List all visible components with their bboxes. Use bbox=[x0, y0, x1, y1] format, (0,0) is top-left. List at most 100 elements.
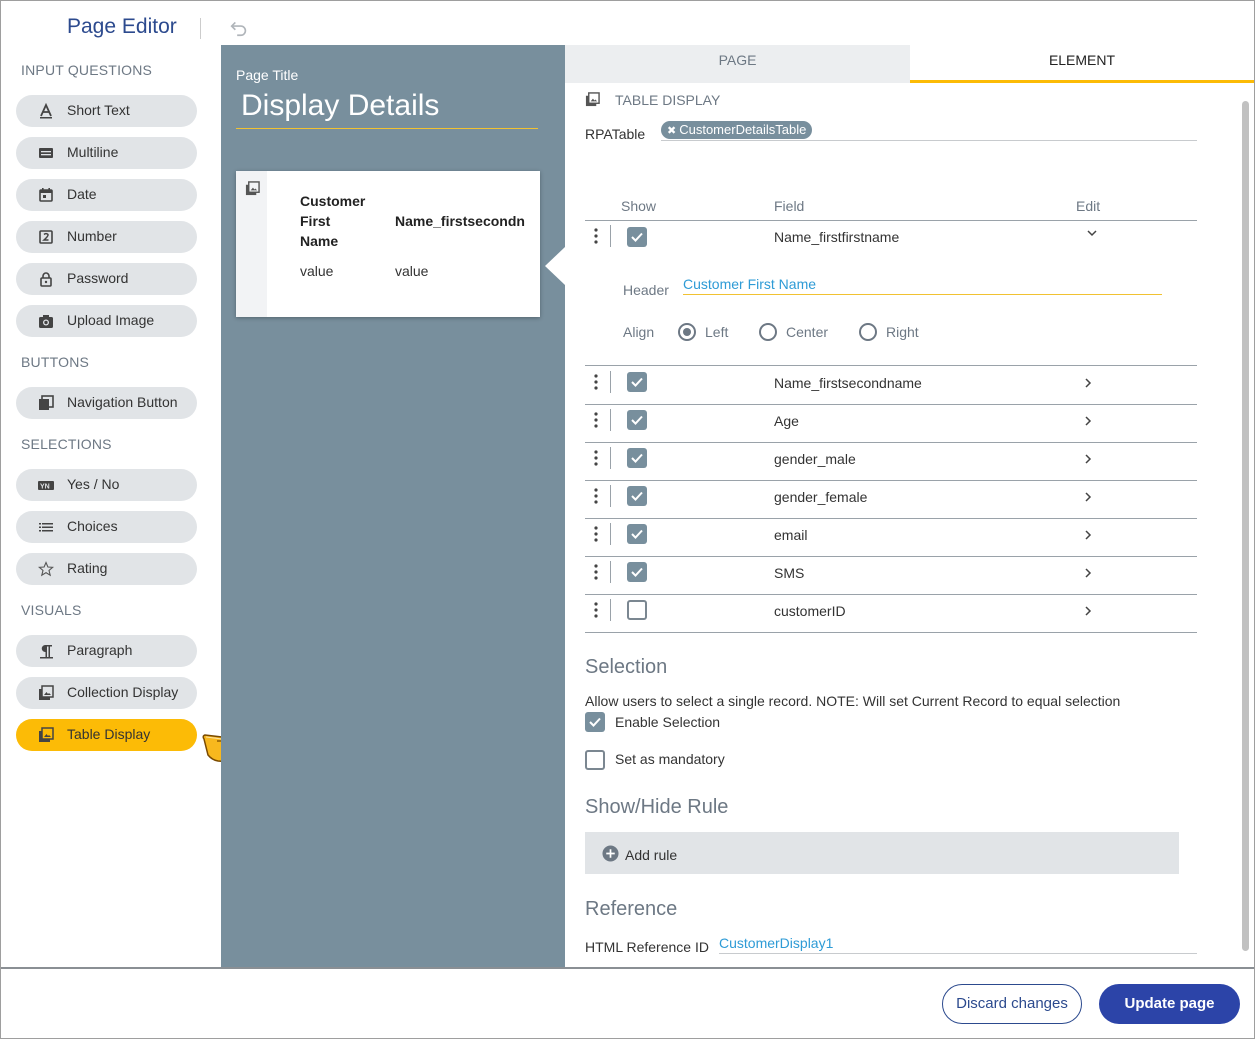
panel-scrollbar[interactable] bbox=[1242, 101, 1249, 951]
field-name: gender_male bbox=[774, 451, 856, 467]
paragraph-icon bbox=[40, 645, 53, 659]
section-input-questions: INPUT QUESTIONS bbox=[21, 62, 153, 78]
show-checkbox[interactable] bbox=[627, 524, 647, 544]
palette-item-multiline[interactable]: Multiline bbox=[16, 137, 197, 169]
palette-item-date[interactable]: Date bbox=[16, 179, 197, 211]
palette-item-paragraph[interactable]: Paragraph bbox=[16, 635, 197, 667]
chevron-right-icon[interactable] bbox=[1083, 453, 1093, 465]
tab-element[interactable]: ELEMENT bbox=[910, 45, 1254, 83]
row-separator bbox=[610, 409, 611, 431]
chevron-right-icon[interactable] bbox=[1083, 415, 1093, 427]
rpa-table-chip[interactable]: ✖ CustomerDetailsTable bbox=[661, 121, 813, 139]
show-checkbox[interactable] bbox=[627, 486, 647, 506]
palette-item-navigation-button[interactable]: Navigation Button bbox=[16, 387, 197, 419]
header-input-underline bbox=[683, 294, 1162, 295]
show-checkbox[interactable] bbox=[627, 372, 647, 392]
chevron-right-icon[interactable] bbox=[1083, 567, 1093, 579]
camera-icon bbox=[39, 315, 53, 328]
section-selections: SELECTIONS bbox=[21, 436, 112, 452]
rpa-table-value: CustomerDetailsTable bbox=[679, 122, 807, 137]
row-separator bbox=[610, 225, 611, 247]
row-divider bbox=[585, 220, 1197, 221]
rpa-table-underline bbox=[661, 140, 1197, 141]
field-name: Name_firstsecondname bbox=[774, 375, 922, 391]
palette-item-upload-image[interactable]: Upload Image bbox=[16, 305, 197, 337]
update-page-button[interactable]: Update page bbox=[1099, 984, 1240, 1024]
align-right-label: Right bbox=[886, 324, 919, 340]
drag-handle-icon[interactable] bbox=[593, 227, 599, 245]
image-icon bbox=[39, 727, 54, 742]
palette-item-yes-no[interactable]: YN Yes / No bbox=[16, 469, 197, 501]
row-separator bbox=[610, 599, 611, 621]
palette-item-choices[interactable]: Choices bbox=[16, 511, 197, 543]
palette-item-label: Choices bbox=[67, 518, 118, 534]
row-divider bbox=[585, 442, 1197, 443]
page-title[interactable]: Display Details bbox=[241, 89, 439, 123]
align-right-radio[interactable] bbox=[859, 323, 877, 341]
chevron-down-icon[interactable] bbox=[1086, 228, 1098, 238]
enable-selection-label: Enable Selection bbox=[615, 714, 721, 730]
align-label: Align bbox=[623, 324, 655, 340]
palette-item-short-text[interactable]: Short Text bbox=[16, 95, 197, 127]
show-checkbox[interactable] bbox=[627, 600, 647, 620]
show-checkbox[interactable] bbox=[627, 448, 647, 468]
palette-item-rating[interactable]: Rating bbox=[16, 553, 197, 585]
selection-pointer bbox=[545, 247, 565, 285]
field-name: email bbox=[774, 527, 808, 543]
number-icon bbox=[39, 230, 53, 244]
footer-bar: Discard changes Update page bbox=[1, 967, 1254, 1038]
remove-chip-icon[interactable]: ✖ bbox=[667, 125, 676, 137]
top-bar: Page Editor bbox=[1, 1, 1254, 45]
align-left-radio[interactable] bbox=[678, 323, 696, 341]
row-separator bbox=[610, 485, 611, 507]
navigation-icon bbox=[39, 395, 54, 410]
star-icon bbox=[38, 561, 54, 577]
palette-item-label: Password bbox=[67, 270, 129, 286]
chevron-right-icon[interactable] bbox=[1083, 491, 1093, 503]
row-divider bbox=[585, 480, 1197, 481]
row-divider bbox=[585, 556, 1197, 557]
reference-id-input[interactable]: CustomerDisplay1 bbox=[719, 935, 833, 951]
table-display-card[interactable]: Customer First Name Name_firstsecondn va… bbox=[236, 171, 540, 317]
show-checkbox[interactable] bbox=[627, 227, 647, 247]
add-rule-button[interactable]: Add rule bbox=[585, 832, 1179, 874]
add-rule-label: Add rule bbox=[625, 847, 678, 863]
palette-item-label: Multiline bbox=[67, 144, 119, 160]
undo-icon[interactable] bbox=[228, 16, 250, 38]
row-divider bbox=[585, 594, 1197, 595]
palette-item-password[interactable]: Password bbox=[16, 263, 197, 295]
drag-handle-icon[interactable] bbox=[593, 411, 599, 429]
show-checkbox[interactable] bbox=[627, 562, 647, 582]
mandatory-checkbox[interactable] bbox=[585, 750, 605, 770]
drag-handle-icon[interactable] bbox=[593, 373, 599, 391]
drag-handle-icon[interactable] bbox=[593, 525, 599, 543]
drag-handle-icon[interactable] bbox=[593, 601, 599, 619]
palette-item-collection-display[interactable]: Collection Display bbox=[16, 677, 197, 709]
table-header-cell: Customer First Name bbox=[300, 193, 366, 249]
row-separator bbox=[610, 371, 611, 393]
discard-changes-button[interactable]: Discard changes bbox=[942, 984, 1082, 1024]
section-visuals: VISUALS bbox=[21, 602, 82, 618]
show-checkbox[interactable] bbox=[627, 410, 647, 430]
element-type-label: TABLE DISPLAY bbox=[615, 92, 721, 108]
chevron-right-icon[interactable] bbox=[1083, 529, 1093, 541]
rpa-table-label: RPATable bbox=[585, 126, 646, 142]
drag-handle-icon[interactable] bbox=[593, 487, 599, 505]
drag-handle-icon[interactable] bbox=[593, 563, 599, 581]
header-input[interactable]: Customer First Name bbox=[683, 276, 816, 292]
align-center-radio[interactable] bbox=[759, 323, 777, 341]
plus-circle-icon bbox=[602, 845, 619, 862]
palette-item-label: Collection Display bbox=[67, 684, 179, 700]
tab-page[interactable]: PAGE bbox=[565, 45, 910, 83]
palette-item-number[interactable]: Number bbox=[16, 221, 197, 253]
palette-item-table-display[interactable]: Table Display bbox=[16, 719, 197, 751]
svg-text:YN: YN bbox=[40, 484, 50, 491]
palette-item-label: Table Display bbox=[67, 726, 151, 742]
enable-selection-checkbox[interactable] bbox=[585, 712, 605, 732]
row-divider bbox=[585, 518, 1197, 519]
row-separator bbox=[610, 561, 611, 583]
chevron-right-icon[interactable] bbox=[1083, 377, 1093, 389]
drag-handle-icon[interactable] bbox=[593, 449, 599, 467]
chevron-right-icon[interactable] bbox=[1083, 605, 1093, 617]
image-icon bbox=[39, 685, 54, 700]
